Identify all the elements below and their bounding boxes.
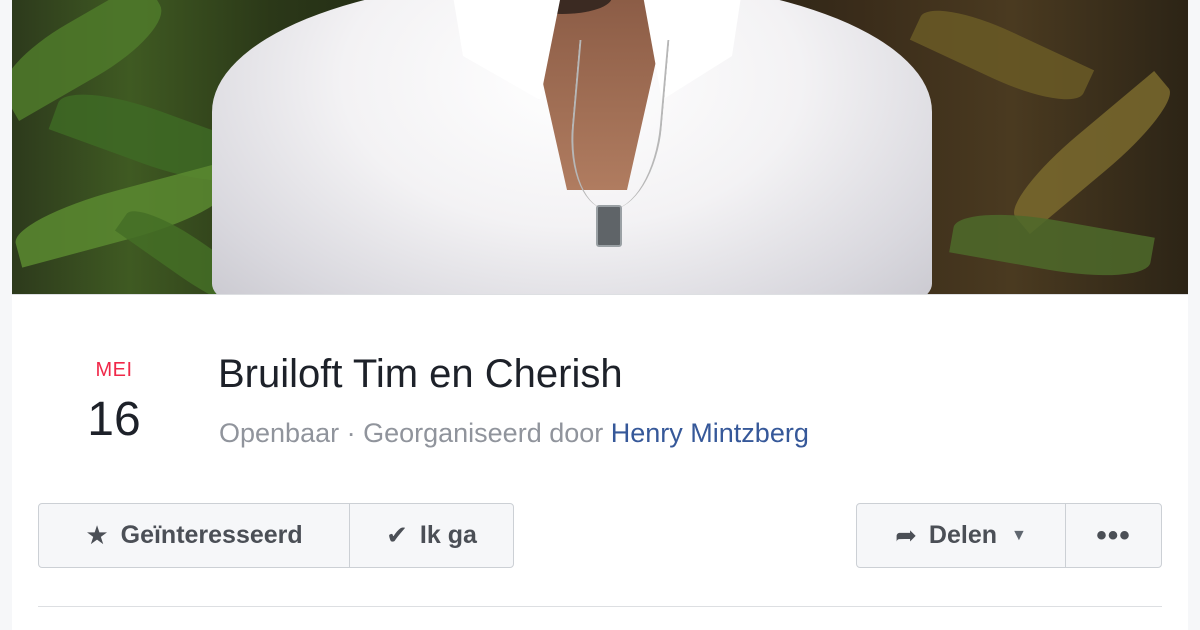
share-button[interactable]: ➦ Delen ▼ bbox=[857, 504, 1065, 567]
organizer-link[interactable]: Henry Mintzberg bbox=[611, 418, 809, 448]
event-subtitle: Openbaar · Georganiseerd door Henry Mint… bbox=[219, 418, 809, 449]
separator: · bbox=[339, 418, 364, 448]
share-arrow-icon: ➦ bbox=[895, 520, 917, 550]
star-icon: ★ bbox=[85, 520, 109, 550]
more-options-button[interactable]: ••• bbox=[1065, 504, 1161, 567]
chevron-down-icon: ▼ bbox=[1011, 526, 1027, 544]
interested-label: Geïnteresseerd bbox=[120, 521, 303, 549]
more-dots-icon: ••• bbox=[1096, 518, 1131, 552]
necklace-tag bbox=[596, 205, 622, 247]
event-month: MEI bbox=[95, 359, 133, 381]
event-day: 16 bbox=[87, 393, 141, 446]
going-button[interactable]: ✔ Ik ga bbox=[349, 504, 513, 567]
palm-leaf bbox=[909, 0, 1095, 116]
event-title: Bruiloft Tim en Cherish bbox=[218, 352, 623, 396]
palm-leaf bbox=[949, 203, 1155, 287]
cover-photo[interactable] bbox=[12, 0, 1188, 295]
share-label: Delen bbox=[928, 521, 998, 549]
interested-button[interactable]: ★ Geïnteresseerd bbox=[39, 504, 349, 567]
rsvp-button-group: ★ Geïnteresseerd ✔ Ik ga bbox=[38, 503, 514, 568]
checkmark-icon: ✔ bbox=[386, 520, 408, 550]
palm-leaf bbox=[1000, 70, 1184, 235]
event-visibility: Openbaar bbox=[219, 418, 340, 448]
share-button-group: ➦ Delen ▼ ••• bbox=[856, 503, 1162, 568]
organized-by-prefix: Georganiseerd door bbox=[363, 418, 604, 448]
going-label: Ik ga bbox=[419, 521, 477, 549]
section-divider bbox=[38, 606, 1162, 607]
event-page: MEI 16 Bruiloft Tim en Cherish Openbaar … bbox=[0, 0, 1200, 630]
